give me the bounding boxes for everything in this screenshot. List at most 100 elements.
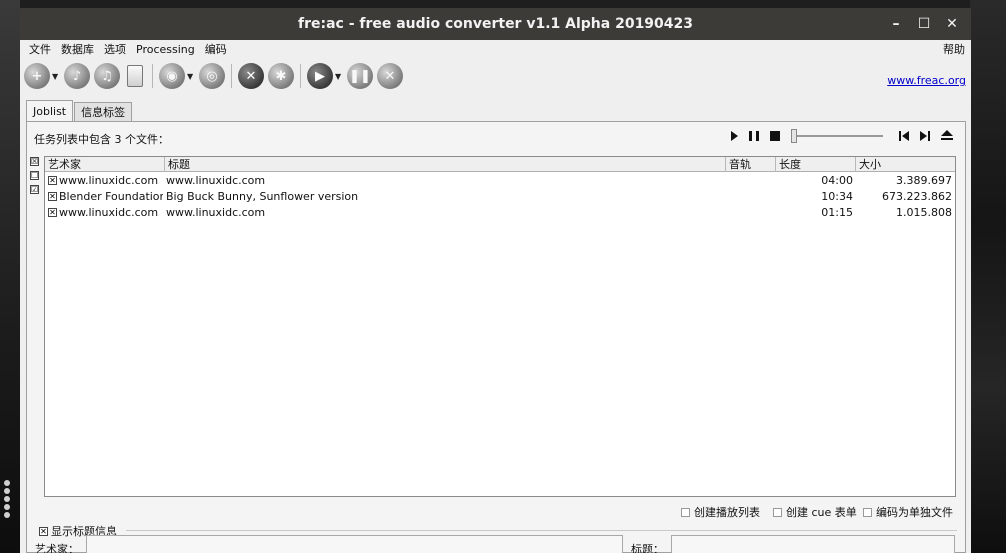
encode-single-file-label: 编码为单独文件 [876, 506, 953, 519]
toolbar-separator [152, 64, 153, 88]
toolbar-separator [231, 64, 232, 88]
encode-single-file-option[interactable]: 编码为单独文件 [863, 504, 953, 520]
create-cue-checkbox[interactable] [773, 507, 782, 517]
table-row[interactable]: ✕ Blender Foundation 2( Big Buck Bunny, … [45, 189, 955, 205]
desktop-background-left [0, 0, 20, 553]
title-info-group: ✕ 显示标题信息 艺术家： 标题： [34, 523, 959, 553]
cell-artist: www.linuxidc.com [59, 206, 159, 219]
toolbar: + ▼ ♪ ♫ ◉ ▼ ◎ ✕ ✱ ▶ ▼ ❚❚ ✕ www.freac.org [20, 60, 971, 92]
cell-track [727, 173, 773, 189]
start-encoding-dropdown-icon[interactable]: ▼ [335, 72, 343, 81]
player-controls [727, 127, 959, 145]
pause-player-icon[interactable] [749, 131, 759, 141]
cell-title: www.linuxidc.com [166, 206, 266, 219]
cell-artist: Blender Foundation 2( [59, 190, 163, 203]
previous-track-icon[interactable] [899, 131, 909, 141]
title-field-label: 标题： [631, 543, 664, 553]
joblist-status: 任务列表中包含 3 个文件： [34, 133, 169, 146]
app-window: fre:ac - free audio converter v1.1 Alpha… [20, 8, 971, 553]
window-title: fre:ac - free audio converter v1.1 Alpha… [297, 16, 694, 32]
table-body: ✕ www.linuxidc.com www.linuxidc.com 04:0… [45, 173, 955, 221]
create-cue-option[interactable]: 创建 cue 表单 [773, 504, 857, 520]
menu-help[interactable]: 帮助 [943, 40, 965, 60]
menu-file[interactable]: 文件 [24, 40, 56, 60]
title-field[interactable] [671, 535, 955, 553]
config-icon[interactable]: ✱ [268, 63, 294, 89]
create-playlist-checkbox[interactable] [681, 507, 690, 517]
artist-field-label: 艺术家： [35, 543, 79, 553]
tab-tag-info[interactable]: 信息标签 [74, 102, 133, 122]
create-playlist-option[interactable]: 创建播放列表 [681, 504, 760, 520]
cddb-submit-icon[interactable]: ♫ [94, 63, 120, 89]
encode-single-file-checkbox[interactable] [863, 507, 872, 517]
window-controls: – ☐ ✕ [883, 8, 965, 40]
joblist-panel: 任务列表中包含 3 个文件： ☒ ☐ ☑ 艺术家 标题 音轨 长度 大小 ✕ w… [26, 121, 966, 553]
cd-info-icon[interactable] [127, 65, 143, 87]
cell-size: 3.389.697 [896, 174, 952, 187]
output-options: 创建播放列表 创建 cue 表单 编码为单独文件 [27, 498, 965, 520]
tab-joblist[interactable]: Joblist [26, 100, 74, 122]
create-cue-label: 创建 cue 表单 [786, 506, 857, 519]
select-all-checkbox[interactable]: ☒ [30, 157, 39, 166]
cell-size: 673.223.862 [882, 190, 952, 203]
eject-icon[interactable] [941, 130, 953, 142]
maximize-button[interactable]: ☐ [911, 8, 937, 40]
cell-title: www.linuxidc.com [166, 174, 266, 187]
desktop-decoration [1, 478, 15, 528]
cell-length: 04:00 [821, 174, 853, 187]
cd-eject-icon[interactable]: ◎ [199, 63, 225, 89]
create-playlist-label: 创建播放列表 [694, 506, 760, 519]
table-row[interactable]: ✕ www.linuxidc.com www.linuxidc.com 01:1… [45, 205, 955, 221]
menu-encode[interactable]: 编码 [200, 40, 232, 60]
joblist-table: 艺术家 标题 音轨 长度 大小 ✕ www.linuxidc.com www.l… [44, 156, 956, 497]
settings-icon[interactable]: ✕ [238, 63, 264, 89]
cddb-query-icon[interactable]: ♪ [64, 63, 90, 89]
stop-player-icon[interactable] [770, 131, 780, 141]
start-encoding-icon[interactable]: ▶ [307, 63, 333, 89]
show-title-info-checkbox[interactable]: ✕ [39, 526, 48, 536]
row-checkbox[interactable]: ✕ [48, 176, 57, 185]
menu-options[interactable]: 选项 [99, 40, 131, 60]
column-track[interactable]: 音轨 [725, 157, 775, 172]
menu-bar: 文件 数据库 选项 Processing 编码 帮助 [20, 40, 971, 60]
minimize-button[interactable]: – [883, 8, 909, 40]
cd-read-icon[interactable]: ◉ [159, 63, 185, 89]
row-checkbox[interactable]: ✕ [48, 208, 57, 217]
cell-track [727, 189, 773, 205]
close-button[interactable]: ✕ [939, 8, 965, 40]
play-icon[interactable] [731, 131, 738, 141]
playback-slider-handle[interactable] [791, 129, 797, 143]
cell-size: 1.015.808 [896, 206, 952, 219]
column-artist[interactable]: 艺术家 [45, 157, 164, 172]
cell-length: 01:15 [821, 206, 853, 219]
cell-artist: www.linuxidc.com [59, 174, 159, 187]
column-length[interactable]: 长度 [775, 157, 855, 172]
toolbar-separator [300, 64, 301, 88]
cell-length: 10:34 [821, 190, 853, 203]
cell-title: Big Buck Bunny, Sunflower version [166, 190, 359, 203]
cell-track [727, 205, 773, 221]
select-none-checkbox[interactable]: ☐ [30, 171, 39, 180]
add-files-dropdown-icon[interactable]: ▼ [52, 72, 60, 81]
column-title[interactable]: 标题 [164, 157, 725, 172]
row-checkbox[interactable]: ✕ [48, 192, 57, 201]
column-size[interactable]: 大小 [855, 157, 955, 172]
tab-bar: Joblist 信息标签 [26, 100, 133, 122]
stop-icon[interactable]: ✕ [377, 63, 403, 89]
website-link[interactable]: www.freac.org [887, 74, 966, 87]
add-files-icon[interactable]: + [24, 63, 50, 89]
table-header: 艺术家 标题 音轨 长度 大小 [45, 157, 955, 172]
menu-database[interactable]: 数据库 [56, 40, 99, 60]
title-bar[interactable]: fre:ac - free audio converter v1.1 Alpha… [20, 8, 971, 40]
cd-read-dropdown-icon[interactable]: ▼ [187, 72, 195, 81]
toggle-selection-checkbox[interactable]: ☑ [30, 185, 39, 194]
playback-slider[interactable] [791, 135, 883, 137]
menu-processing[interactable]: Processing [131, 40, 200, 60]
next-track-icon[interactable] [920, 131, 930, 141]
pause-icon[interactable]: ❚❚ [347, 63, 373, 89]
desktop-background-right [970, 0, 1006, 553]
artist-field[interactable] [86, 535, 623, 553]
table-row[interactable]: ✕ www.linuxidc.com www.linuxidc.com 04:0… [45, 173, 955, 189]
group-divider [126, 530, 957, 531]
selection-checks: ☒ ☐ ☑ [30, 157, 42, 199]
